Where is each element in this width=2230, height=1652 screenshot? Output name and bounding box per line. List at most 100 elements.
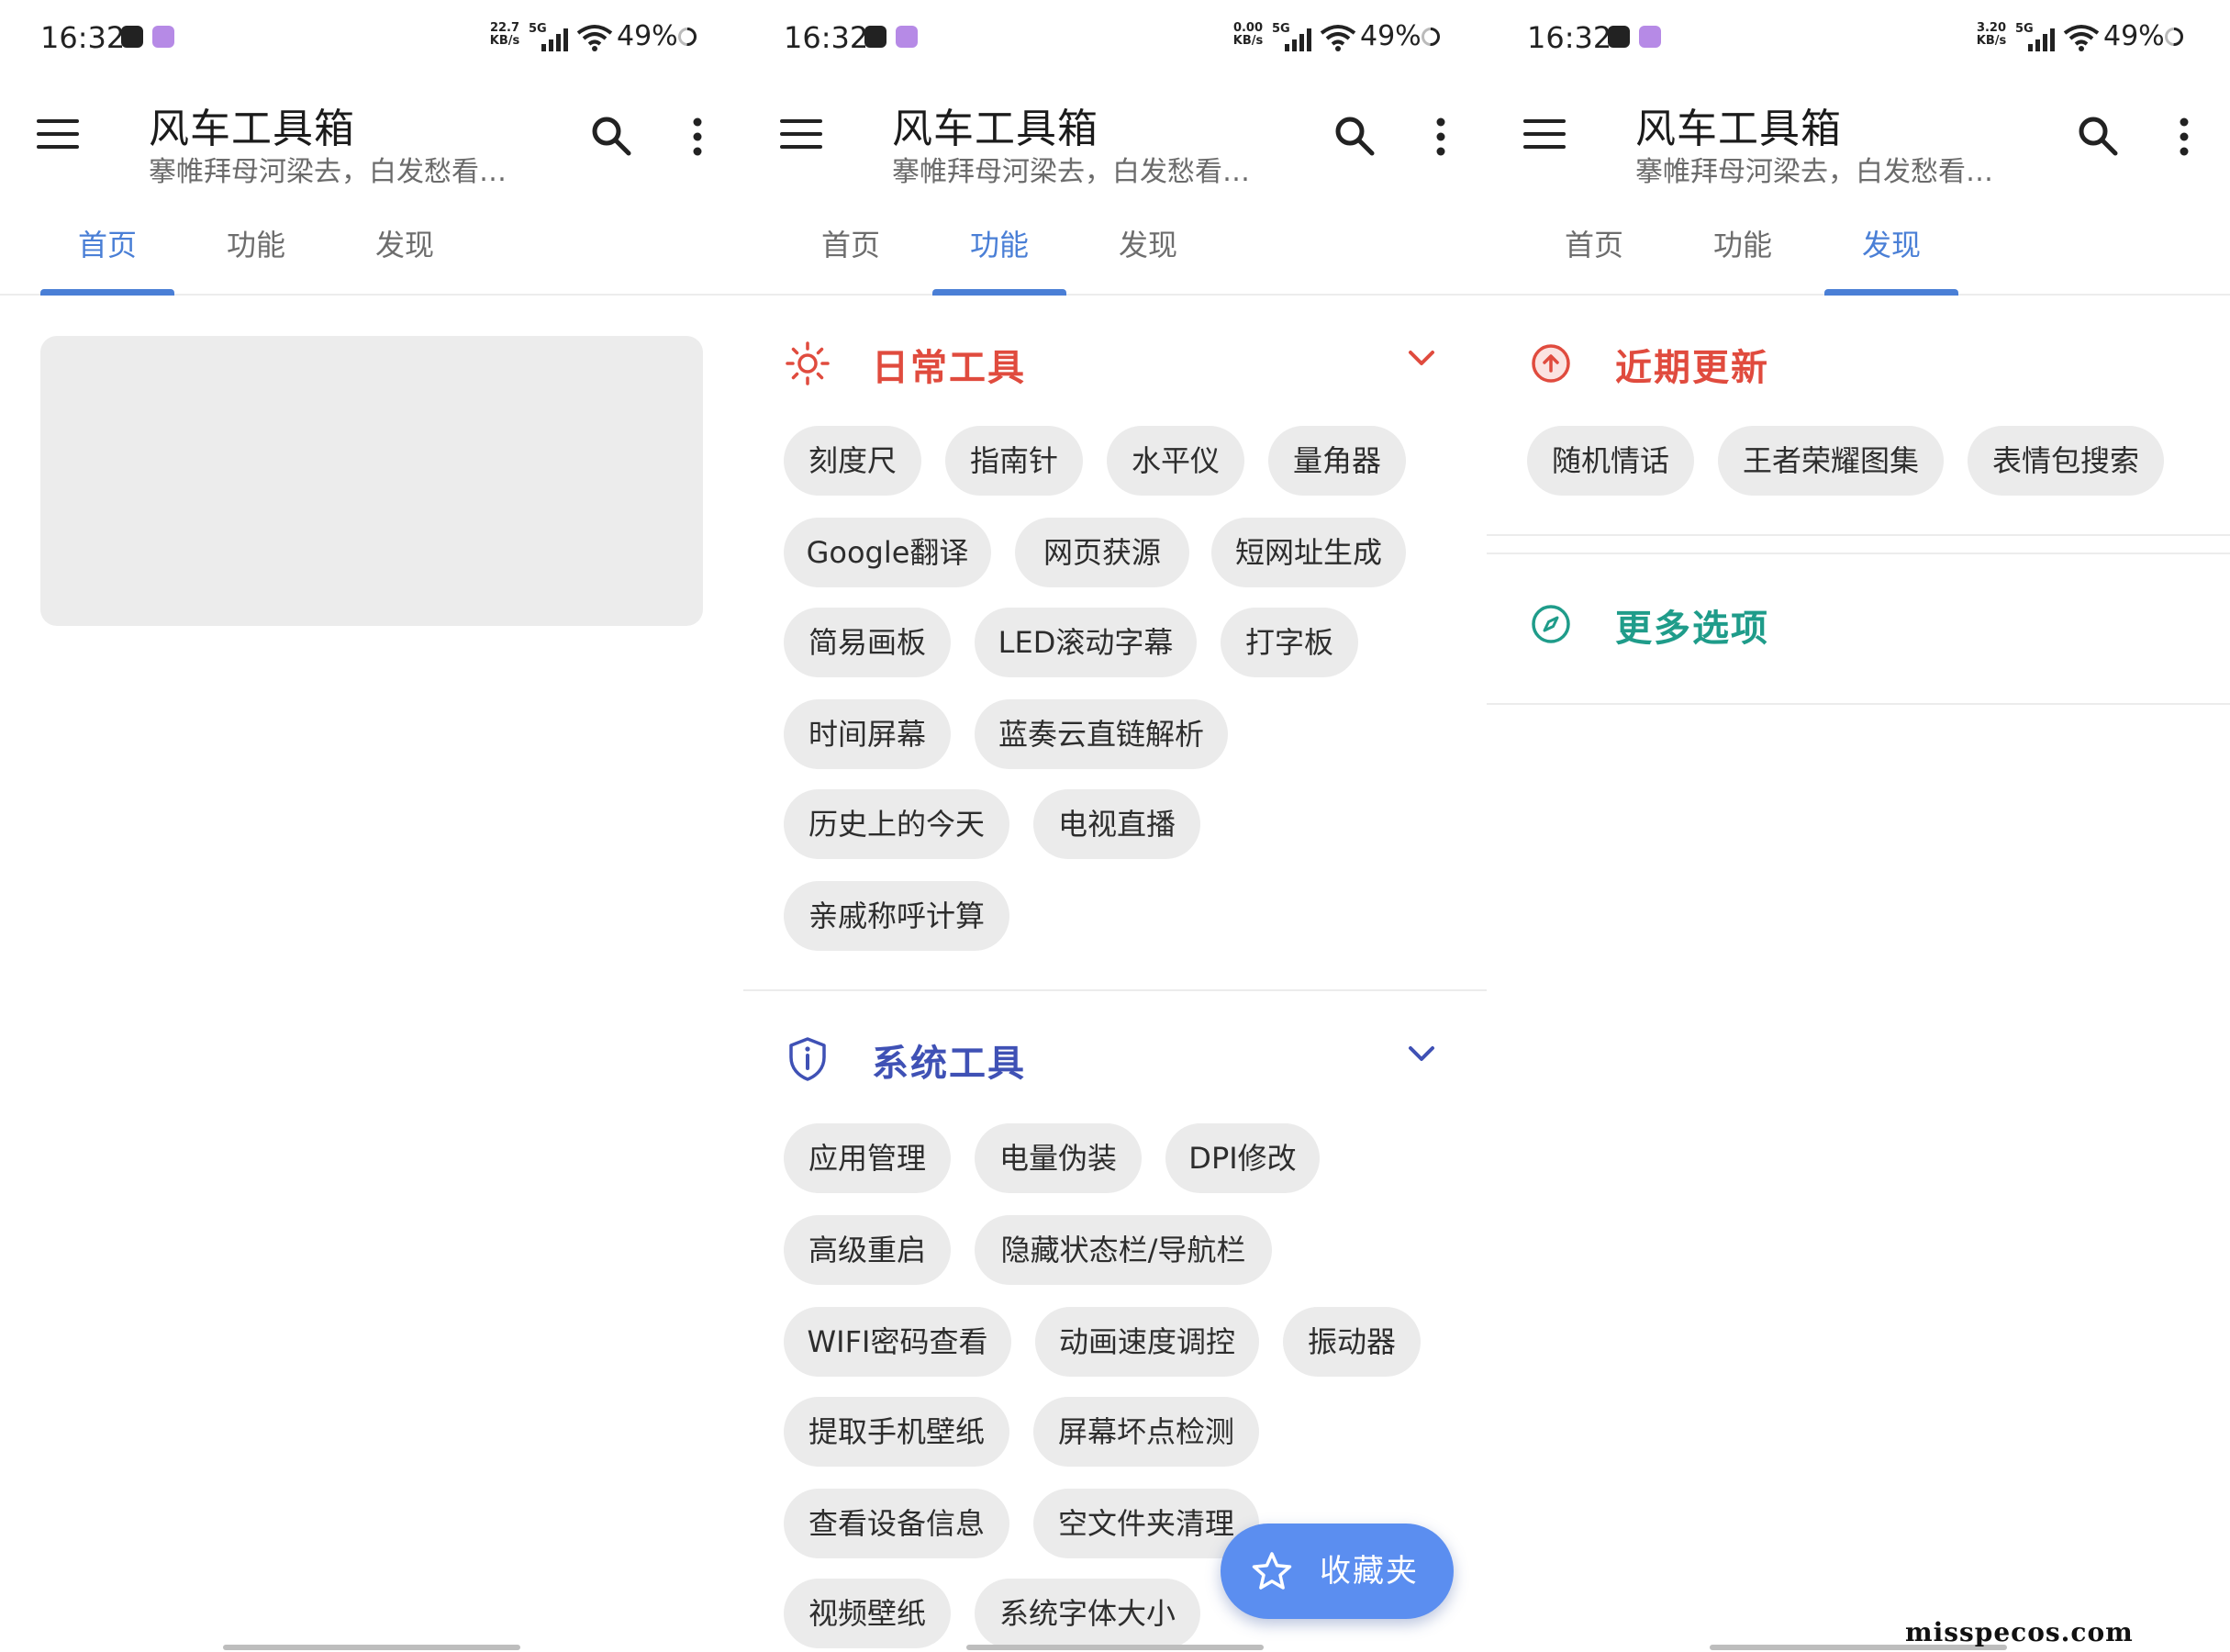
- app-bar: 风车工具箱 搴帷拜母河梁去，白发愁看…: [1487, 77, 2230, 196]
- tab-home[interactable]: 首页: [1527, 209, 1661, 294]
- chip-tool[interactable]: 电视直播: [1033, 789, 1200, 859]
- chip-tool[interactable]: 系统字体大小: [975, 1579, 1200, 1648]
- section-divider: [1487, 553, 2230, 554]
- section-title: 系统工具: [872, 1043, 1026, 1085]
- tab-discover[interactable]: 发现: [338, 209, 472, 294]
- notification-icons: [1608, 26, 1661, 48]
- chip-item[interactable]: 表情包搜索: [1968, 426, 2164, 496]
- chip-tool[interactable]: 短网址生成: [1211, 518, 1406, 587]
- chip-tool[interactable]: 蓝奏云直链解析: [975, 699, 1228, 769]
- tab-bar: 首页 功能 发现: [743, 209, 1487, 296]
- chip-tool[interactable]: 水平仪: [1107, 426, 1244, 496]
- chip-tool[interactable]: Google翻译: [784, 518, 991, 587]
- more-vert-icon[interactable]: [1422, 114, 1459, 160]
- banner-placeholder: [40, 336, 703, 626]
- arrow-up-circle-icon: [1532, 344, 1570, 383]
- shield-info-icon: [789, 1037, 826, 1081]
- tab-indicator: [932, 289, 1066, 296]
- chip-tool[interactable]: 应用管理: [784, 1123, 951, 1193]
- tab-home[interactable]: 首页: [40, 209, 174, 296]
- chevron-down-icon[interactable]: [1406, 347, 1437, 369]
- chip-item[interactable]: 王者荣耀图集: [1718, 426, 1944, 496]
- fab-label: 收藏夹: [1320, 1553, 1419, 1590]
- status-time: 16:32: [40, 20, 126, 55]
- network-speed: 3.20 KB/s: [1976, 21, 2007, 48]
- wifi-icon: [576, 25, 613, 51]
- section-recent-updates: 近期更新: [1487, 318, 2230, 409]
- app-bar: 风车工具箱 搴帷拜母河梁去，白发愁看…: [743, 77, 1487, 196]
- chip-tool[interactable]: 历史上的今天: [784, 789, 1009, 859]
- search-icon[interactable]: [1331, 112, 1378, 160]
- chip-tool[interactable]: DPI修改: [1165, 1123, 1320, 1193]
- network-speed: 0.00 KB/s: [1232, 21, 1264, 48]
- status-time: 16:32: [784, 20, 869, 55]
- chip-tool[interactable]: WIFI密码查看: [784, 1307, 1011, 1377]
- chip-tool[interactable]: 量角器: [1268, 426, 1406, 496]
- search-icon[interactable]: [2074, 112, 2122, 160]
- more-vert-icon[interactable]: [2166, 114, 2202, 160]
- section-system-tools[interactable]: 系统工具: [743, 1013, 1487, 1105]
- search-icon[interactable]: [587, 112, 635, 160]
- section-title: 更多选项: [1615, 608, 1769, 650]
- chip-tool[interactable]: 隐藏状态栏/导航栏: [975, 1215, 1272, 1285]
- tab-home[interactable]: 首页: [784, 209, 918, 294]
- status-time: 16:32: [1527, 20, 1612, 55]
- tab-features[interactable]: 功能: [189, 209, 323, 294]
- chip-tool[interactable]: 动画速度调控: [1035, 1307, 1259, 1377]
- gallery-app-icon: [864, 26, 886, 48]
- status-bar: 16:32 22.7 KB/s 5G 49%: [0, 0, 743, 77]
- chip-tool[interactable]: 提取手机壁纸: [784, 1397, 1009, 1467]
- signal-icon: [541, 28, 568, 51]
- chip-tool[interactable]: 振动器: [1283, 1307, 1421, 1377]
- tab-features[interactable]: 功能: [932, 209, 1066, 296]
- chip-tool[interactable]: 亲戚称呼计算: [784, 881, 1009, 951]
- chip-tool[interactable]: 网页获源: [1015, 518, 1189, 587]
- section-daily-tools[interactable]: 日常工具: [743, 318, 1487, 409]
- chevron-down-icon[interactable]: [1406, 1043, 1437, 1065]
- screen-features: 16:32 0.00 KB/s 5G 49% 风车工具箱 搴帷拜母河梁去，白发愁…: [743, 0, 1487, 1652]
- favorites-fab[interactable]: 收藏夹: [1221, 1524, 1454, 1619]
- hamburger-icon[interactable]: [1523, 119, 1566, 152]
- chip-tool[interactable]: 高级重启: [784, 1215, 951, 1285]
- tab-discover[interactable]: 发现: [1081, 209, 1215, 294]
- more-vert-icon[interactable]: [679, 114, 716, 160]
- section-more-options[interactable]: 更多选项: [1487, 578, 2230, 670]
- tab-indicator: [1824, 289, 1958, 296]
- chip-tool[interactable]: 查看设备信息: [784, 1489, 1009, 1558]
- section-divider: [743, 989, 1487, 991]
- app-title: 风车工具箱: [149, 106, 355, 152]
- gesture-bar[interactable]: [966, 1645, 1264, 1650]
- app-bar: 风车工具箱 搴帷拜母河梁去，白发愁看…: [0, 77, 743, 196]
- app-title: 风车工具箱: [892, 106, 1098, 152]
- star-icon: [1252, 1552, 1292, 1590]
- gallery-app-icon: [121, 26, 143, 48]
- tab-indicator: [40, 289, 174, 296]
- battery-icon: [2165, 28, 2183, 46]
- chip-tool[interactable]: 时间屏幕: [784, 699, 951, 769]
- chip-item[interactable]: 随机情话: [1527, 426, 1694, 496]
- tab-discover[interactable]: 发现: [1824, 209, 1958, 296]
- hamburger-icon[interactable]: [780, 119, 822, 152]
- chip-tool[interactable]: LED滚动字幕: [975, 608, 1197, 677]
- sun-icon: [786, 341, 830, 385]
- section-divider: [1487, 534, 2230, 536]
- mail-app-icon: [896, 26, 918, 48]
- mail-app-icon: [1639, 26, 1661, 48]
- chip-tool[interactable]: 视频壁纸: [784, 1579, 951, 1648]
- chip-tool[interactable]: 电量伪装: [975, 1123, 1142, 1193]
- battery-level: 49%: [1360, 20, 1422, 52]
- section-title: 日常工具: [872, 347, 1026, 389]
- chip-tool[interactable]: 指南针: [945, 426, 1083, 496]
- chip-tool[interactable]: 简易画板: [784, 608, 951, 677]
- chip-tool[interactable]: 屏幕坏点检测: [1033, 1397, 1259, 1467]
- gallery-app-icon: [1608, 26, 1630, 48]
- chip-tool[interactable]: 刻度尺: [784, 426, 921, 496]
- section-title: 近期更新: [1615, 347, 1769, 389]
- gesture-bar[interactable]: [223, 1645, 520, 1650]
- status-bar: 16:32 3.20 KB/s 5G 49%: [1487, 0, 2230, 77]
- chip-tool[interactable]: 打字板: [1221, 608, 1358, 677]
- signal-icon: [2028, 28, 2055, 51]
- mail-app-icon: [152, 26, 174, 48]
- tab-features[interactable]: 功能: [1676, 209, 1810, 294]
- hamburger-icon[interactable]: [37, 119, 79, 152]
